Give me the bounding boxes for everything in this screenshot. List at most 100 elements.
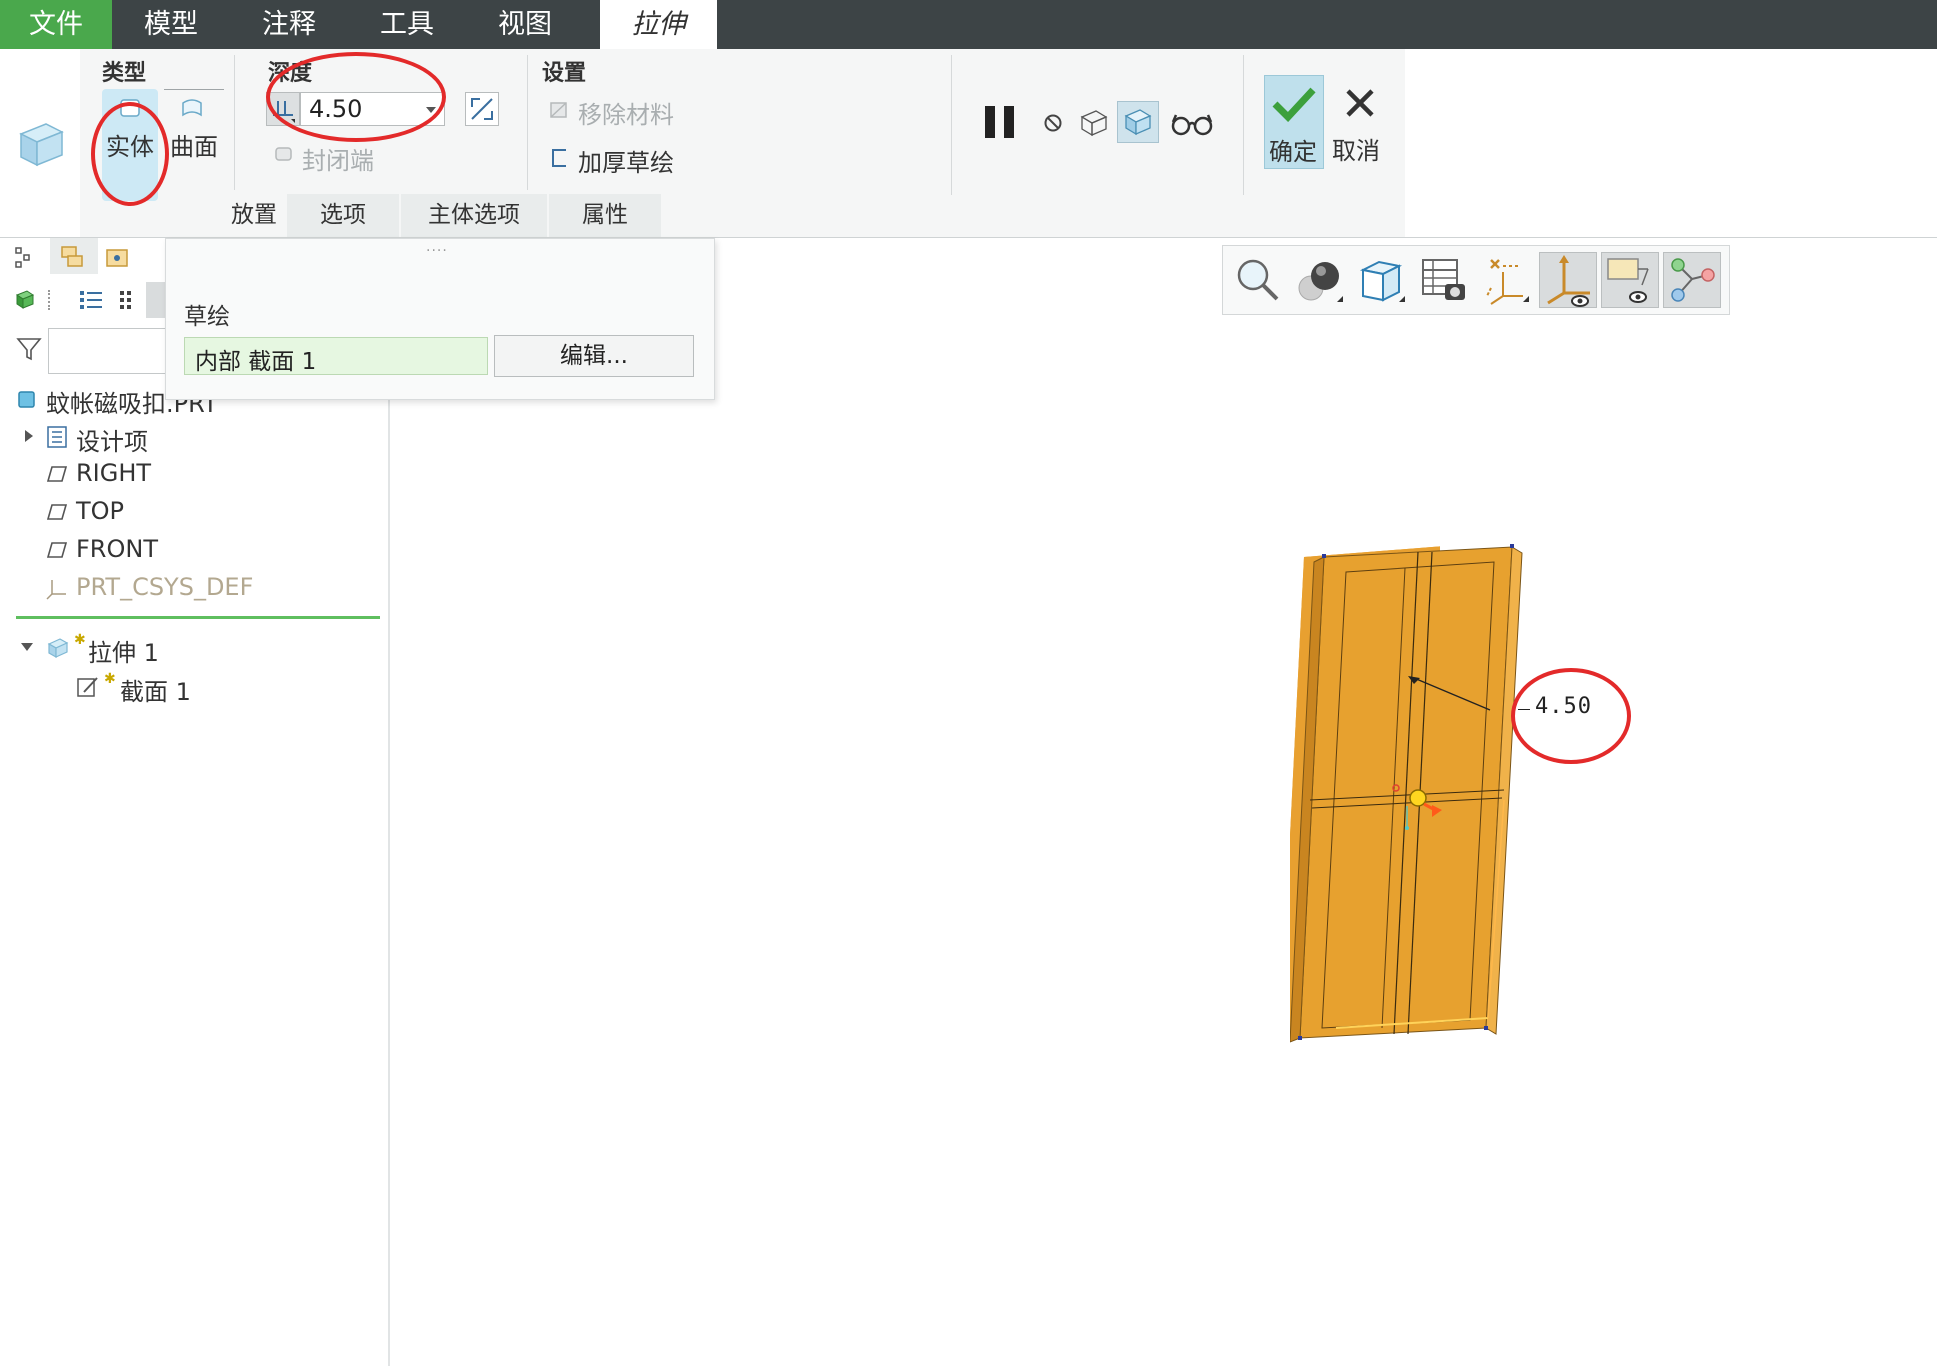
tree-item-front[interactable]: FRONT (76, 535, 158, 563)
menu-annotate[interactable]: 注释 (230, 0, 348, 49)
separator (48, 290, 52, 310)
depth-group-label: 深度 (268, 61, 313, 86)
part-icon (18, 391, 35, 408)
geometry-preview-icon[interactable] (1078, 107, 1110, 139)
new-feature-star-icon: ✱ (104, 671, 116, 687)
tree-columns-icon[interactable] (116, 288, 136, 312)
datum-plane-icon (46, 504, 68, 520)
menu-model[interactable]: 模型 (112, 0, 230, 49)
verify-mode-icon[interactable] (1170, 111, 1214, 137)
model-tree-panel: 蚊帐磁吸扣.PRT 设计项 RIGHT TOP FRONT PRT_CSYS_D… (0, 238, 390, 1366)
datum-plane-icon (46, 466, 68, 482)
cancel-button[interactable]: 取消 (1330, 75, 1390, 169)
tree-item-top[interactable]: TOP (76, 497, 124, 525)
menu-bar: 文件 模型 注释 工具 视图 拉伸 (0, 0, 1937, 49)
capped-ends-checkbox[interactable]: 封闭端 (302, 141, 374, 176)
flip-direction-button[interactable] (465, 92, 499, 126)
tree-search-input[interactable] (48, 328, 180, 374)
view-manager-icon (1422, 259, 1465, 300)
favorites-icon[interactable] (104, 246, 130, 270)
solid-label: 实体 (106, 133, 154, 161)
tree-settings-button[interactable] (146, 282, 166, 318)
ok-label: 确定 (1269, 138, 1317, 166)
pause-icon[interactable] (982, 103, 1018, 141)
ribbon-body: 类型 实体 曲面 深度 4.50 封闭端 设置 移除材料 加厚草绘 确定 取消 … (80, 49, 1405, 237)
separator (234, 55, 235, 190)
surface-button[interactable]: 曲面 (170, 127, 218, 162)
csys-icon (46, 580, 66, 600)
remove-material-icon (550, 102, 567, 118)
capped-ends-icon (275, 147, 292, 161)
spin-center-icon (1671, 258, 1715, 302)
collapse-arrow-icon[interactable] (20, 642, 34, 652)
chevron-down-icon[interactable] (425, 106, 437, 114)
datum-plane-icon (46, 542, 68, 558)
surface-icon (182, 99, 202, 117)
depth-option-button[interactable] (266, 92, 300, 126)
extrude-feature-icon (47, 638, 69, 659)
panel-grip[interactable]: ···· (426, 243, 448, 259)
dimension-tick (1518, 709, 1530, 710)
no-preview-icon[interactable] (1042, 112, 1064, 134)
tree-filter-list-icon[interactable] (78, 288, 104, 312)
new-feature-star-icon: ✱ (74, 632, 86, 648)
ok-button[interactable]: 确定 (1264, 75, 1324, 169)
edit-sketch-button[interactable]: 编辑... (494, 335, 694, 377)
datum-display-icon (1486, 259, 1529, 305)
spin-center-button[interactable] (1663, 252, 1721, 308)
sketch-collector[interactable]: 内部 截面 1 (184, 337, 488, 375)
csys-display-button[interactable] (1539, 252, 1597, 308)
part-cube-icon[interactable] (14, 288, 36, 310)
close-icon (1346, 89, 1374, 117)
thicken-sketch-checkbox[interactable]: 加厚草绘 (578, 143, 674, 178)
remove-material-checkbox[interactable]: 移除材料 (578, 95, 674, 130)
blind-depth-icon (273, 101, 295, 123)
sketch-label: 草绘 (184, 304, 230, 330)
tree-item-csys[interactable]: PRT_CSYS_DEF (76, 573, 253, 601)
zoom-icon (1237, 259, 1279, 301)
depth-input[interactable]: 4.50 (300, 92, 445, 126)
tab-extrude[interactable]: 拉伸 (600, 0, 717, 49)
display-style-button[interactable] (1291, 252, 1349, 308)
shaded-spheres-icon (1298, 262, 1343, 302)
separator (1243, 55, 1244, 195)
datum-display-button[interactable] (1477, 252, 1535, 308)
ribbon-side (0, 49, 80, 237)
view-cube-icon (1359, 260, 1405, 302)
refit-button[interactable] (1229, 252, 1287, 308)
layers-icon (61, 246, 83, 267)
type-group-label: 类型 (102, 61, 147, 86)
tree-item-extrude[interactable]: 拉伸 1 (88, 633, 159, 668)
expand-arrow-icon[interactable] (24, 429, 34, 443)
menu-tools[interactable]: 工具 (348, 0, 466, 49)
feature-preview-button[interactable] (1117, 101, 1159, 143)
depth-dimension-label[interactable]: 4.50 (1535, 694, 1592, 719)
placement-panel: ···· 草绘 内部 截面 1 编辑... (165, 238, 715, 400)
depth-value: 4.50 (309, 95, 363, 123)
cancel-label: 取消 (1332, 137, 1380, 165)
tree-item-section[interactable]: 截面 1 (120, 672, 191, 707)
menu-view[interactable]: 视图 (466, 0, 584, 49)
insert-indicator (16, 616, 380, 619)
design-items-icon (47, 426, 67, 448)
saved-orientations-button[interactable] (1353, 252, 1411, 308)
tree-item-right[interactable]: RIGHT (76, 459, 151, 487)
annotation-display-button[interactable] (1601, 252, 1659, 308)
checkmark-icon (1272, 87, 1316, 122)
extrude-cube-icon (19, 123, 64, 167)
feature-preview-icon (1124, 109, 1152, 136)
csys-display-icon (1547, 255, 1590, 307)
depth-drag-handle[interactable] (1380, 660, 1500, 840)
tab-body-options[interactable]: 主体选项 (401, 194, 547, 237)
menu-file[interactable]: 文件 (0, 0, 112, 49)
view-manager-button[interactable] (1415, 252, 1473, 308)
view-toolbar (1222, 245, 1730, 315)
separator (951, 55, 952, 195)
tab-properties[interactable]: 属性 (549, 194, 661, 237)
sketch-icon (77, 677, 98, 697)
tab-options[interactable]: 选项 (287, 194, 399, 237)
ribbon: 类型 实体 曲面 深度 4.50 封闭端 设置 移除材料 加厚草绘 确定 取消 … (0, 49, 1937, 238)
tree-structure-icon[interactable] (14, 246, 36, 270)
filter-icon[interactable] (16, 336, 42, 362)
tree-item-design-items[interactable]: 设计项 (76, 422, 148, 457)
